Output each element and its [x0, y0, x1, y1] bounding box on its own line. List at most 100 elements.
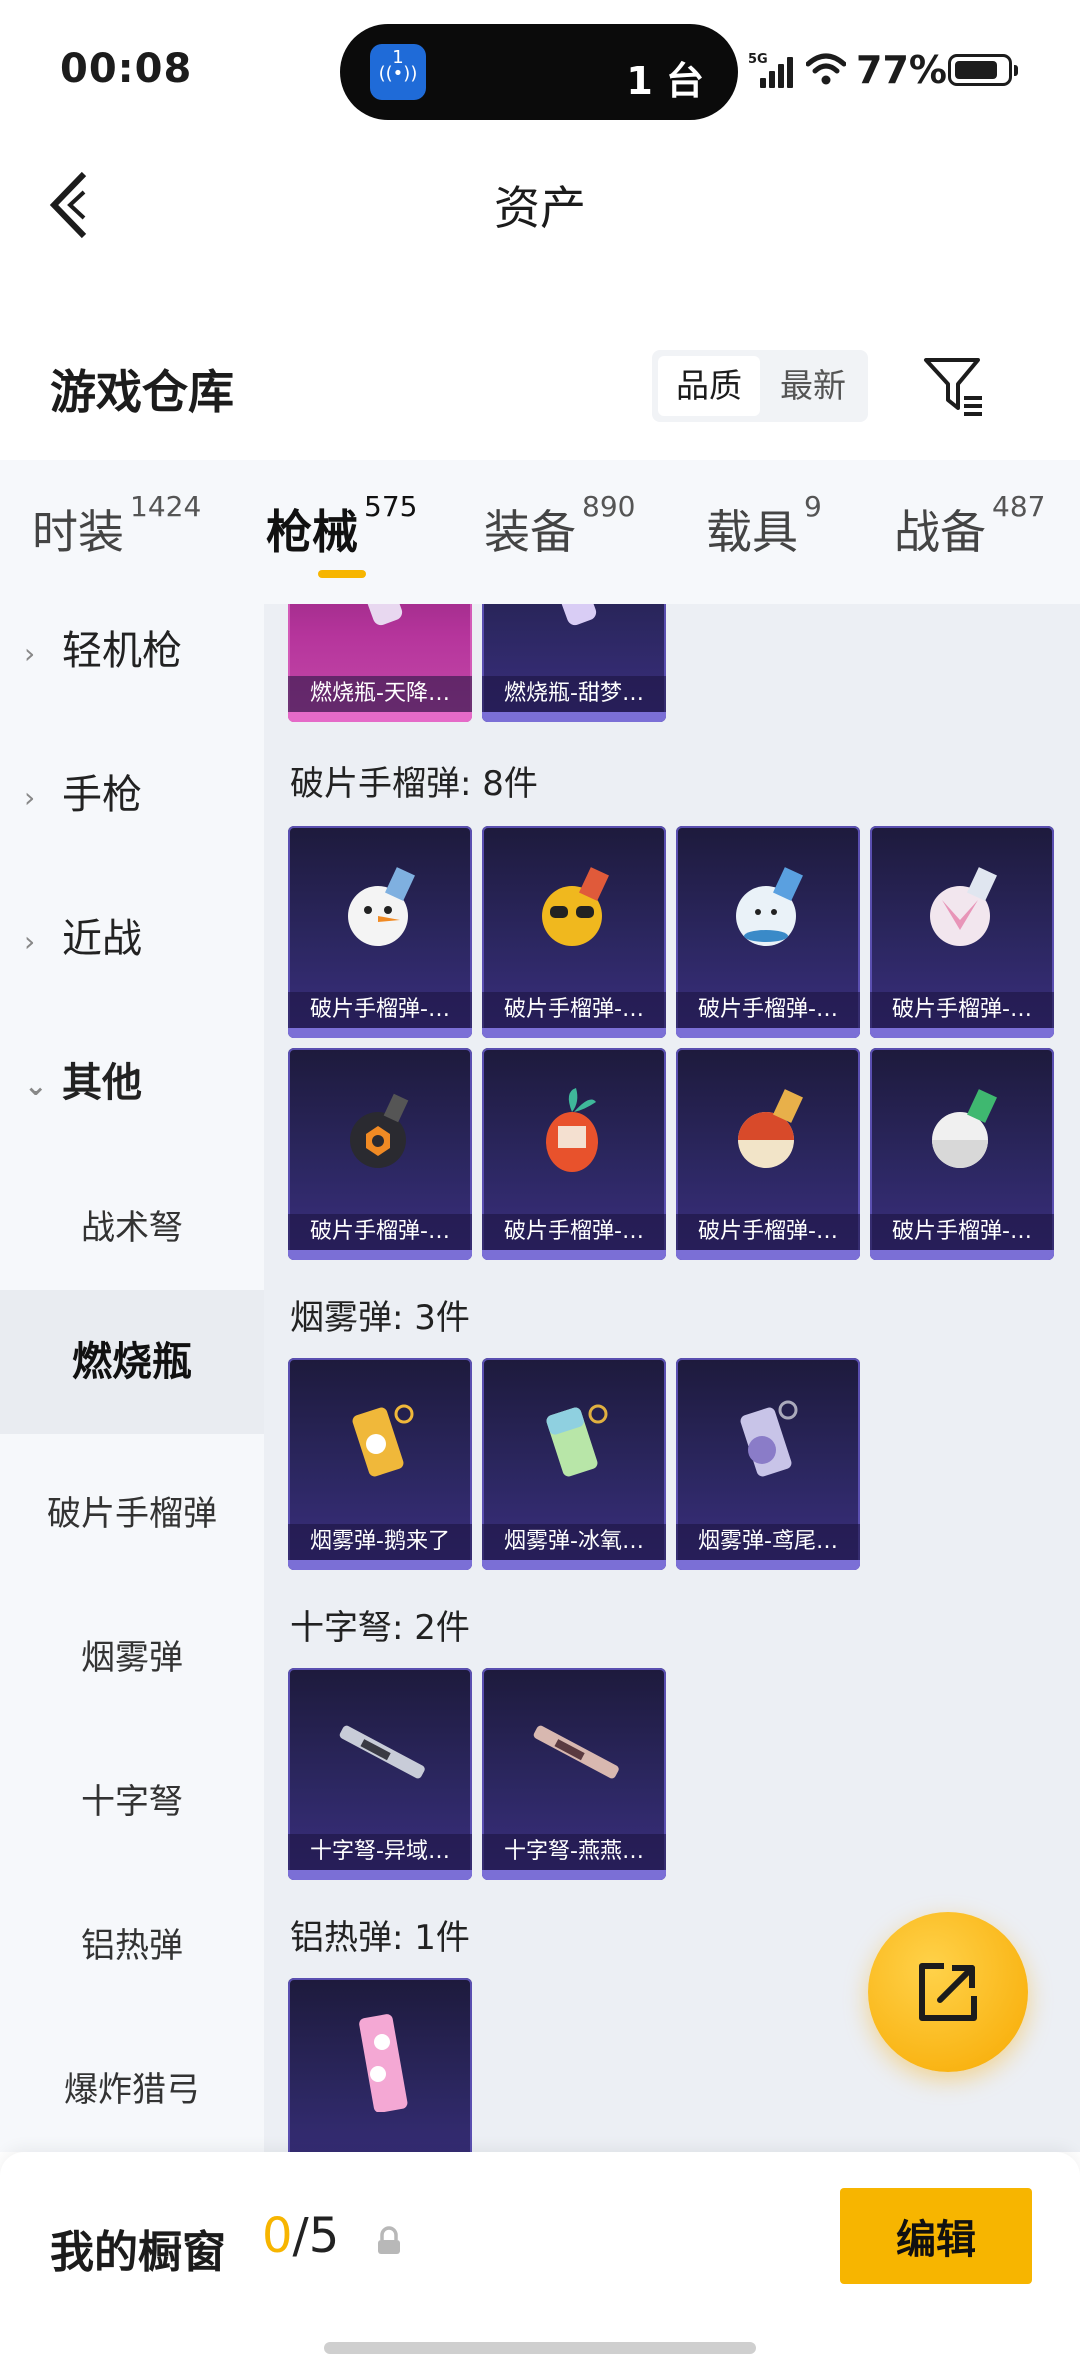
sidebar-item-crossbow[interactable]: 十字弩 — [0, 1774, 264, 1823]
section-label: 破片手榴弹: 8件 — [290, 764, 538, 804]
item-card[interactable]: 燃烧瓶-天降… — [288, 604, 472, 722]
sidebar-category-label: 近战 — [62, 916, 142, 962]
tab-vehicles[interactable]: 载具 9 — [706, 490, 822, 562]
tab-equipment[interactable]: 装备 890 — [484, 490, 635, 562]
item-card[interactable] — [288, 1978, 472, 2152]
island-icon-badge: 1 — [392, 47, 404, 68]
grenade-fox-icon — [930, 867, 997, 946]
grenade-seal-icon — [736, 867, 803, 946]
item-name: 燃烧瓶-天降… — [288, 676, 472, 712]
grenade-sunglasses-icon — [542, 867, 609, 946]
section-label: 烟雾弹: 3件 — [290, 1298, 470, 1338]
item-name: 破片手榴弹-… — [288, 992, 472, 1028]
sidebar-item-explosive-bow[interactable]: 爆炸猎弓 — [0, 2062, 264, 2111]
tab-count: 575 — [364, 490, 418, 523]
tab-count: 487 — [992, 490, 1046, 523]
edit-button[interactable]: 编辑 — [840, 2188, 1032, 2284]
item-card[interactable]: 破片手榴弹-… — [288, 1048, 472, 1260]
sidebar-category-pistol[interactable]: › 手枪 — [0, 762, 264, 820]
chevron-right-icon: › — [24, 780, 36, 814]
item-name: 燃烧瓶-甜梦… — [482, 676, 666, 712]
item-card[interactable]: 破片手榴弹-… — [288, 826, 472, 1038]
showcase-total: /5 — [292, 2208, 340, 2264]
sort-latest-button[interactable]: 最新 — [762, 356, 864, 416]
sidebar-category-lmg[interactable]: › 轻机枪 — [0, 618, 264, 676]
sidebar-category-melee[interactable]: › 近战 — [0, 906, 264, 964]
status-time: 00:08 — [60, 46, 193, 92]
crossbow-icon — [533, 1725, 619, 1779]
lock-icon — [378, 2226, 400, 2254]
share-button[interactable] — [868, 1912, 1028, 2072]
molotov-art-icon — [548, 604, 597, 626]
tab-fashion[interactable]: 时装 1424 — [32, 490, 201, 562]
item-name: 破片手榴弹-… — [482, 992, 666, 1028]
item-name: 十字弩-燕燕… — [482, 1834, 666, 1870]
grenade-white-icon — [932, 1089, 997, 1168]
signal-icon — [760, 52, 794, 88]
dynamic-island[interactable]: 1 ((•)) 1 台 — [340, 24, 738, 120]
item-name: 破片手榴弹-… — [288, 1214, 472, 1250]
showcase-current: 0 — [262, 2208, 293, 2264]
grenade-clock-icon — [738, 1089, 803, 1168]
item-card[interactable]: 破片手榴弹-… — [482, 1048, 666, 1260]
grenade-carrot-icon — [546, 1088, 598, 1172]
tab-label: 时装 — [32, 505, 124, 559]
sort-toggle: 品质 最新 — [652, 350, 868, 422]
showcase-count: 0/5 — [262, 2208, 339, 2264]
island-device-count: 1 台 — [626, 59, 704, 103]
chevron-down-icon: ⌄ — [24, 1068, 48, 1102]
item-name: 破片手榴弹-… — [482, 1214, 666, 1250]
item-name: 破片手榴弹-… — [870, 1214, 1054, 1250]
smoke-iris-icon — [740, 1400, 798, 1477]
item-name: 烟雾弹-冰氧… — [482, 1524, 666, 1560]
showcase-bar: 我的橱窗 0/5 编辑 — [0, 2152, 1080, 2376]
sidebar-item-tactical-crossbow[interactable]: 战术弩 — [0, 1200, 264, 1249]
chevron-right-icon: › — [24, 924, 36, 958]
item-name: 破片手榴弹-… — [676, 992, 860, 1028]
sidebar-category-label: 其他 — [62, 1060, 142, 1106]
battery-icon — [948, 54, 1018, 86]
sidebar-item-smoke-grenade[interactable]: 烟雾弹 — [0, 1630, 264, 1679]
item-card[interactable]: 破片手榴弹-… — [676, 826, 860, 1038]
grenade-black-icon — [350, 1093, 409, 1168]
item-name: 烟雾弹-鸢尾… — [676, 1524, 860, 1560]
item-card[interactable]: 破片手榴弹-… — [482, 826, 666, 1038]
showcase-title: 我的橱窗 — [50, 2227, 226, 2278]
tab-label: 战备 — [894, 505, 986, 559]
sidebar-category-label: 手枪 — [62, 772, 142, 818]
item-card[interactable]: 破片手榴弹-… — [870, 826, 1054, 1038]
section-label: 铝热弹: 1件 — [290, 1918, 470, 1958]
category-tabs: 时装 1424 枪械 575 装备 890 载具 9 战备 487 — [0, 460, 1080, 604]
sort-quality-button[interactable]: 品质 — [658, 356, 760, 416]
sidebar-category-label: 轻机枪 — [62, 628, 182, 674]
item-card[interactable]: 烟雾弹-鹅来了 — [288, 1358, 472, 1570]
tab-supplies[interactable]: 战备 487 — [894, 490, 1045, 562]
tab-guns[interactable]: 枪械 575 — [266, 490, 417, 562]
tab-label: 枪械 — [266, 505, 358, 559]
chevron-right-icon: › — [24, 636, 36, 670]
item-name: 破片手榴弹-… — [870, 992, 1054, 1028]
item-card[interactable]: 燃烧瓶-甜梦… — [482, 604, 666, 722]
wifi-icon — [806, 53, 846, 85]
sidebar-item-frag-grenade[interactable]: 破片手榴弹 — [0, 1486, 264, 1535]
item-name: 十字弩-异域… — [288, 1834, 472, 1870]
section-label: 十字弩: 2件 — [290, 1608, 470, 1648]
share-icon — [919, 1963, 977, 2021]
sidebar-item-thermite[interactable]: 铝热弹 — [0, 1918, 264, 1967]
item-card[interactable]: 十字弩-异域… — [288, 1668, 472, 1880]
molotov-art-icon — [354, 604, 403, 626]
item-card[interactable]: 破片手榴弹-… — [870, 1048, 1054, 1260]
sidebar-category-other[interactable]: ⌄ 其他 — [0, 1050, 264, 1108]
filter-icon[interactable] — [922, 354, 986, 418]
tab-label: 载具 — [706, 505, 798, 559]
item-card[interactable]: 烟雾弹-鸢尾… — [676, 1358, 860, 1570]
home-indicator[interactable] — [324, 2342, 756, 2354]
item-card[interactable]: 十字弩-燕燕… — [482, 1668, 666, 1880]
sidebar-item-molotov[interactable]: 燃烧瓶 — [0, 1290, 264, 1434]
item-card[interactable]: 烟雾弹-冰氧… — [482, 1358, 666, 1570]
crossbow-icon — [339, 1725, 425, 1779]
item-name: 破片手榴弹-… — [676, 1214, 860, 1250]
item-card[interactable]: 破片手榴弹-… — [676, 1048, 860, 1260]
tab-count: 1424 — [130, 490, 202, 523]
tab-label: 装备 — [484, 505, 576, 559]
